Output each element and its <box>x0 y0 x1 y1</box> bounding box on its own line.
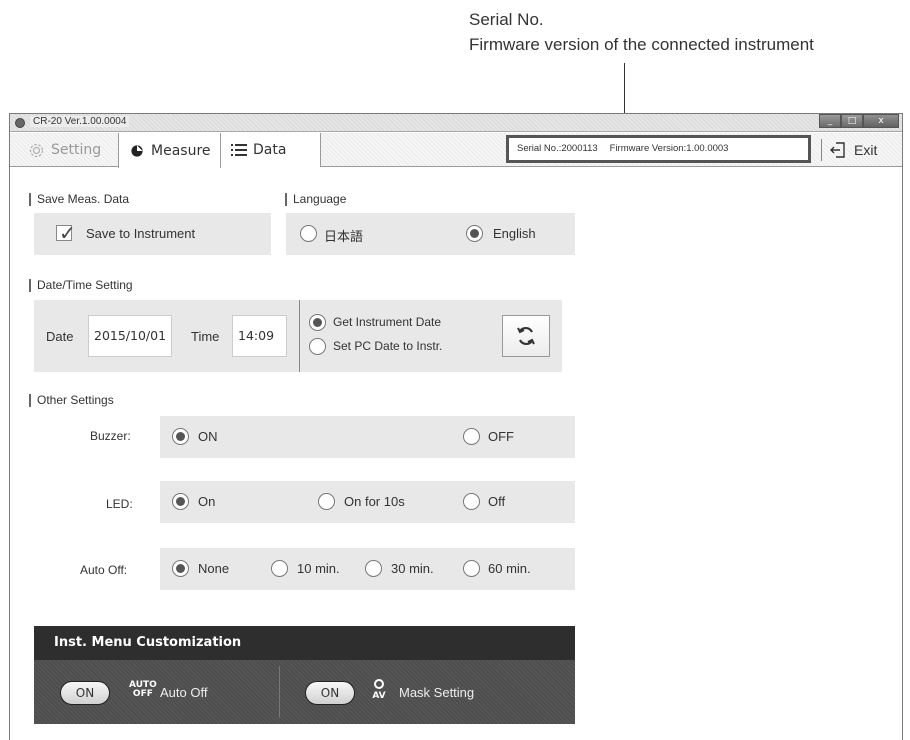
auto-off-none-radio[interactable] <box>172 560 189 577</box>
list-icon <box>231 144 247 156</box>
datetime-divider <box>299 300 300 372</box>
language-section-label: Language <box>285 193 346 206</box>
instrument-info-box: Serial No.:2000113 Firmware Version:1.00.… <box>506 135 811 163</box>
firmware-version: Firmware Version:1.00.0003 <box>609 143 729 154</box>
set-pc-date-label: Set PC Date to Instr. <box>333 339 443 353</box>
auto-off-toggle-button[interactable]: ON <box>60 681 110 705</box>
led-on-radio[interactable] <box>172 493 189 510</box>
auto-off-10min-radio[interactable] <box>271 560 288 577</box>
language-japanese-label: 日本語 <box>324 229 364 244</box>
auto-off-panel: None 10 min. 30 min. 60 min. <box>160 548 575 590</box>
gear-icon <box>29 143 44 157</box>
language-english-radio[interactable] <box>466 225 483 242</box>
app-icon <box>15 118 25 128</box>
auto-off-60min-label: 60 min. <box>488 561 531 576</box>
save-panel: ✓ Save to Instrument <box>34 213 271 255</box>
tab-setting-label: Setting <box>51 142 102 158</box>
auto-off-10min-label: 10 min. <box>297 561 340 576</box>
buzzer-on-radio[interactable] <box>172 428 189 445</box>
inst-menu-title: Inst. Menu Customization <box>34 626 575 660</box>
callout-annotation: Serial No. Firmware version of the conne… <box>469 7 814 57</box>
mask-setting-label: Mask Setting <box>399 685 475 700</box>
app-window: CR-20 Ver.1.00.0004 _ □ x Setting Measur… <box>9 113 903 740</box>
led-panel: On On for 10s Off <box>160 481 575 523</box>
language-japanese-radio[interactable] <box>300 225 317 242</box>
exit-icon <box>830 142 845 158</box>
window-controls: _ □ x <box>819 114 899 128</box>
maximize-button[interactable]: □ <box>841 114 863 128</box>
title-bar: CR-20 Ver.1.00.0004 _ □ x <box>10 114 902 132</box>
auto-off-label: Auto Off: <box>80 563 128 577</box>
auto-off-menu-label: Auto Off <box>160 685 208 700</box>
datetime-section-label: Date/Time Setting <box>29 279 133 292</box>
save-to-instrument-label: Save to Instrument <box>86 226 196 241</box>
buzzer-panel: ON OFF <box>160 416 575 458</box>
buzzer-label: Buzzer: <box>90 429 131 443</box>
exit-divider <box>821 139 822 161</box>
tab-bar: Setting Measure Data Serial No.:2000113 F… <box>10 133 902 168</box>
callout-firmware-text: Firmware version of the connected instru… <box>469 35 814 54</box>
auto-off-30min-radio[interactable] <box>365 560 382 577</box>
buzzer-on-label: ON <box>198 429 218 444</box>
language-panel: 日本語 English <box>286 213 575 255</box>
language-english-label: English <box>493 226 536 241</box>
time-field[interactable]: 14:09 <box>232 315 287 357</box>
led-off-label: Off <box>488 494 506 509</box>
date-field[interactable]: 2015/10/01 <box>88 315 172 357</box>
tab-measure[interactable]: Measure <box>118 133 221 168</box>
refresh-icon <box>517 326 535 346</box>
led-on10s-radio[interactable] <box>318 493 335 510</box>
inst-menu-panel: Inst. Menu Customization ON AUTO OFF Auto… <box>34 626 575 724</box>
save-to-instrument-checkbox[interactable]: ✓ <box>56 221 76 245</box>
exit-label: Exit <box>854 142 878 158</box>
window-title: CR-20 Ver.1.00.0004 <box>30 116 130 127</box>
tab-setting[interactable]: Setting <box>18 133 118 167</box>
get-instrument-date-radio[interactable] <box>309 314 326 331</box>
exit-button[interactable]: Exit <box>830 133 877 167</box>
minimize-button[interactable]: _ <box>819 114 841 128</box>
other-settings-section-label: Other Settings <box>29 394 114 407</box>
tab-data[interactable]: Data <box>221 133 321 167</box>
serial-number: Serial No.:2000113 <box>517 143 598 154</box>
check-icon: ✓ <box>59 221 76 245</box>
time-label: Time <box>191 329 220 344</box>
buzzer-off-radio[interactable] <box>463 428 480 445</box>
mask-setting-toggle-button[interactable]: ON <box>305 681 355 705</box>
inst-menu-divider <box>279 666 280 718</box>
get-instrument-date-label: Get Instrument Date <box>333 315 442 329</box>
tab-data-label: Data <box>253 142 287 158</box>
save-section-label: Save Meas. Data <box>29 193 129 206</box>
droplet-icon <box>131 144 143 157</box>
auto-off-icon: AUTO OFF <box>129 680 157 699</box>
datetime-panel: Date 2015/10/01 Time 14:09 Get Instrumen… <box>34 300 562 372</box>
sync-button[interactable] <box>502 315 550 357</box>
led-on-label: On <box>198 494 216 509</box>
auto-off-none-label: None <box>198 561 230 576</box>
tab-measure-label: Measure <box>151 142 211 159</box>
led-off-radio[interactable] <box>463 493 480 510</box>
close-button[interactable]: x <box>863 114 899 128</box>
mask-setting-icon: AV <box>372 679 386 701</box>
callout-serial-text: Serial No. <box>469 10 544 29</box>
auto-off-60min-radio[interactable] <box>463 560 480 577</box>
date-label: Date <box>46 329 74 344</box>
led-label: LED: <box>106 497 133 511</box>
set-pc-date-radio[interactable] <box>309 338 326 355</box>
led-on10s-label: On for 10s <box>344 494 405 509</box>
buzzer-off-label: OFF <box>488 429 514 444</box>
auto-off-30min-label: 30 min. <box>391 561 434 576</box>
